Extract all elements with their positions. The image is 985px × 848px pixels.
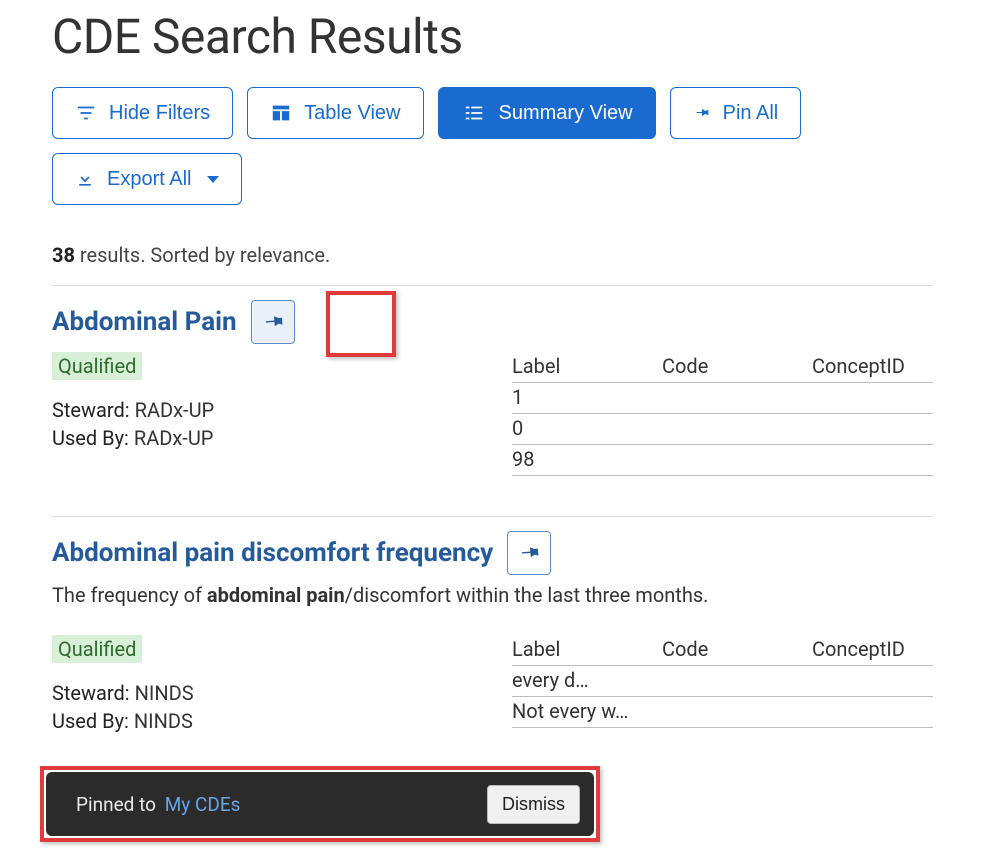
pin-icon	[517, 541, 541, 565]
status-badge: Qualified	[52, 635, 142, 663]
table-row: 0	[512, 414, 933, 445]
cell-code	[662, 668, 812, 692]
col-code: Code	[662, 637, 812, 661]
steward-label: Steward:	[52, 681, 130, 705]
results-count: 38	[52, 243, 75, 267]
divider	[52, 516, 933, 517]
values-table: Label Code ConceptID every d… Not every …	[512, 635, 933, 737]
export-all-button[interactable]: Export All	[52, 153, 242, 205]
values-table: Label Code ConceptID 1 0 98	[512, 352, 933, 476]
result-description: The frequency of abdominal pain/discomfo…	[52, 583, 933, 607]
filter-icon	[75, 102, 97, 124]
cell-label: Not every w…	[512, 699, 662, 723]
download-icon	[75, 168, 95, 190]
usedby-label: Used By:	[52, 426, 129, 450]
result-item: Abdominal Pain Qualified Steward: RADx-U…	[52, 300, 933, 476]
pin-all-button[interactable]: Pin All	[670, 87, 802, 139]
result-item: Abdominal pain discomfort frequency The …	[52, 531, 933, 737]
table-view-label: Table View	[304, 102, 400, 125]
cell-concept	[812, 668, 933, 692]
pin-all-label: Pin All	[723, 102, 779, 125]
pin-result-button[interactable]	[251, 300, 295, 344]
cell-label: 0	[512, 416, 662, 440]
steward-label: Steward:	[52, 398, 130, 422]
col-label: Label	[512, 637, 662, 661]
table-row: 1	[512, 383, 933, 414]
col-code: Code	[662, 354, 812, 378]
summary-view-label: Summary View	[499, 102, 633, 125]
col-concept: ConceptID	[812, 354, 933, 378]
col-label: Label	[512, 354, 662, 378]
table-row: Not every w…	[512, 697, 933, 728]
toast-text: Pinned to	[76, 793, 156, 816]
annotation-highlight	[326, 291, 396, 357]
cell-label: 98	[512, 447, 662, 471]
cell-code	[662, 699, 812, 723]
pin-result-button[interactable]	[507, 531, 551, 575]
col-concept: ConceptID	[812, 637, 933, 661]
table-view-button[interactable]: Table View	[247, 87, 423, 139]
results-sort-text: results. Sorted by relevance.	[75, 243, 330, 267]
usedby-value: RADx-UP	[134, 426, 214, 450]
cell-code	[662, 416, 812, 440]
divider	[52, 285, 933, 286]
toast-dismiss-button[interactable]: Dismiss	[487, 785, 580, 824]
steward-value: RADx-UP	[135, 398, 215, 422]
result-title-link[interactable]: Abdominal pain discomfort frequency	[52, 538, 493, 568]
status-badge: Qualified	[52, 352, 142, 380]
toast-link[interactable]: My CDEs	[165, 793, 241, 816]
table-icon	[270, 102, 292, 124]
summary-view-button[interactable]: Summary View	[438, 87, 656, 139]
cell-concept	[812, 699, 933, 723]
cell-label: every d…	[512, 668, 662, 692]
table-row: every d…	[512, 666, 933, 697]
results-summary: 38 results. Sorted by relevance.	[52, 243, 933, 267]
table-row: 98	[512, 445, 933, 476]
page-title: CDE Search Results	[52, 8, 933, 65]
toast-notification: Pinned to My CDEs Dismiss	[46, 772, 594, 836]
usedby-label: Used By:	[52, 709, 129, 733]
cell-concept	[812, 447, 933, 471]
cell-concept	[812, 416, 933, 440]
cell-label: 1	[512, 385, 662, 409]
toolbar: Hide Filters Table View Summary View Pin…	[52, 87, 933, 205]
cell-code	[662, 385, 812, 409]
pin-icon	[693, 102, 711, 124]
result-title-link[interactable]: Abdominal Pain	[52, 307, 237, 337]
hide-filters-label: Hide Filters	[109, 102, 210, 125]
export-all-label: Export All	[107, 168, 191, 191]
hide-filters-button[interactable]: Hide Filters	[52, 87, 233, 139]
steward-value: NINDS	[135, 681, 194, 705]
cell-code	[662, 447, 812, 471]
pin-icon	[261, 310, 285, 334]
summary-icon	[461, 102, 487, 124]
cell-concept	[812, 385, 933, 409]
usedby-value: NINDS	[134, 709, 193, 733]
chevron-down-icon	[207, 176, 219, 183]
